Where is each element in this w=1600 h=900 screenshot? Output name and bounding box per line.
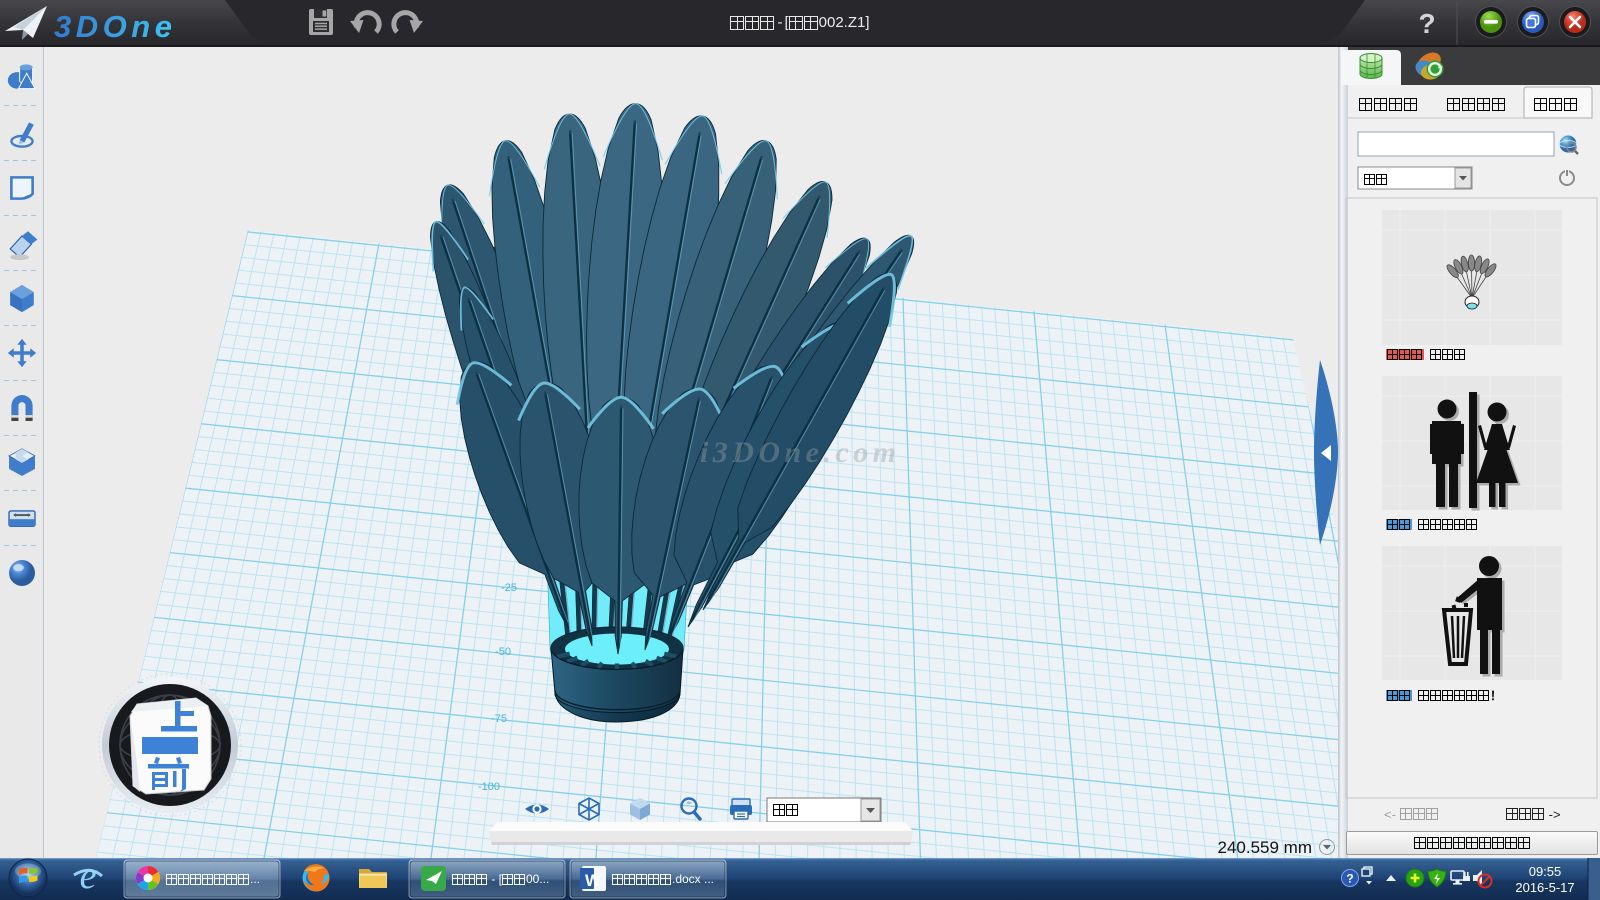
svg-text:?: ? [1346,872,1353,886]
svg-text:e: e [80,858,97,897]
svg-text:-50: -50 [495,646,511,658]
svg-text:-25: -25 [501,582,517,594]
svg-text:-75: -75 [491,713,507,725]
svg-text:?: ? [1418,8,1435,39]
svg-text:240.559 mm: 240.559 mm [1218,838,1313,857]
svg-text:W: W [585,871,602,890]
svg-text:-100: -100 [478,781,500,793]
svg-text:2016-5-17: 2016-5-17 [1515,880,1574,895]
svg-text:09:55: 09:55 [1529,864,1562,879]
